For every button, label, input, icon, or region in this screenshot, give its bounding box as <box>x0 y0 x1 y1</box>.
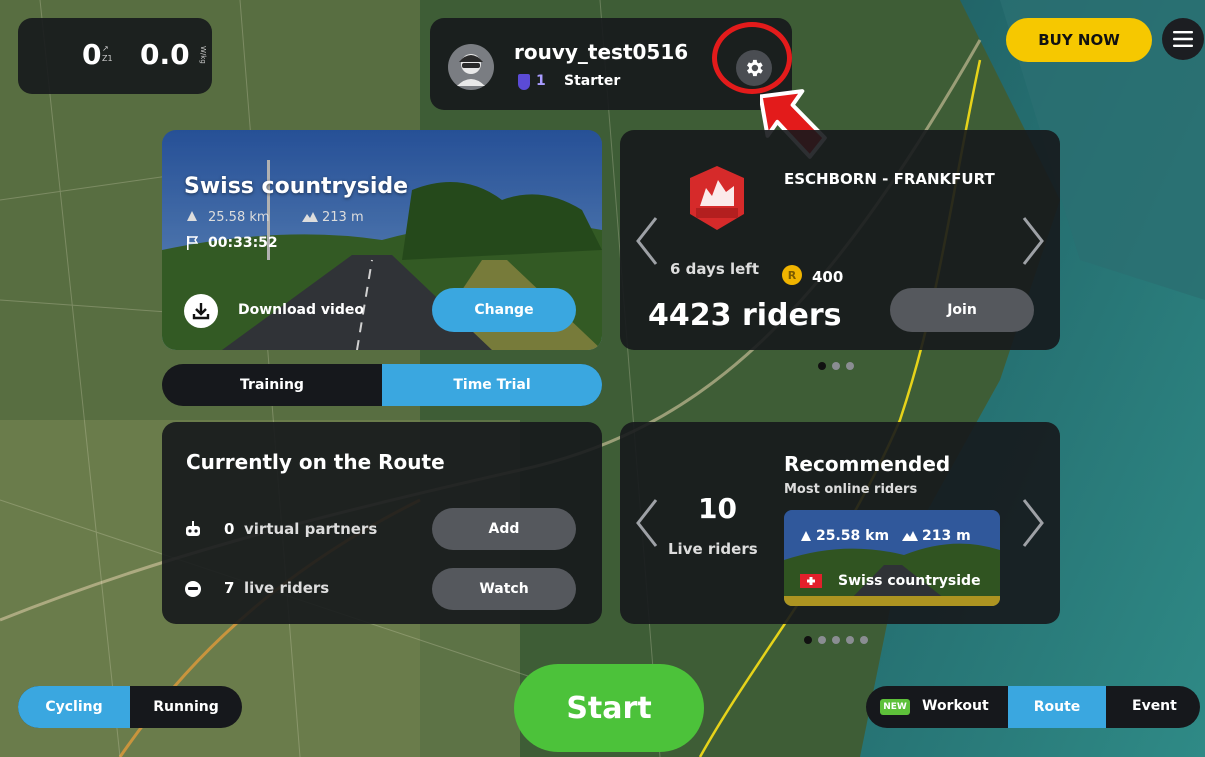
event-title: ESCHBORN - FRANKFURT <box>784 170 995 188</box>
recommended-route-name: Swiss countryside <box>838 573 981 589</box>
on-route-title: Currently on the Route <box>186 450 445 474</box>
pagination-dot[interactable] <box>818 362 826 370</box>
download-icon <box>192 303 210 320</box>
pagination-dot[interactable] <box>818 636 826 644</box>
avatar[interactable] <box>448 44 494 90</box>
time-trial-tab[interactable]: Time Trial <box>382 364 602 406</box>
level-number: 1 <box>536 73 546 89</box>
distance-icon <box>801 531 811 541</box>
live-riders-number: 10 <box>698 492 737 525</box>
distance-icon <box>187 211 197 221</box>
pagination-dot[interactable] <box>860 636 868 644</box>
live-riders-label: live riders <box>244 579 330 597</box>
virtual-partners-count: 0 <box>224 520 235 538</box>
swiss-flag-icon <box>800 574 822 588</box>
chevron-right-icon[interactable] <box>1020 216 1046 266</box>
download-video-button[interactable] <box>184 294 218 328</box>
add-partner-button[interactable]: Add <box>432 508 576 550</box>
chevron-right-icon[interactable] <box>1020 498 1046 548</box>
category-tabs[interactable]: NEW Workout Route Event <box>866 686 1200 728</box>
elevation-icon <box>302 212 318 222</box>
route-title: Swiss countryside <box>184 174 409 199</box>
level-shield-icon <box>518 74 530 90</box>
event-riders-count: 4423 riders <box>648 298 842 333</box>
chevron-left-icon[interactable] <box>634 498 660 548</box>
change-route-button[interactable]: Change <box>432 288 576 332</box>
pagination-dot[interactable] <box>832 362 840 370</box>
wkg-unit: W/kg <box>199 46 207 64</box>
username: rouvy_test0516 <box>514 40 689 64</box>
recommended-subtitle: Most online riders <box>784 482 918 497</box>
level-name: Starter <box>564 73 621 89</box>
pagination-dot[interactable] <box>846 636 854 644</box>
tab-workout[interactable]: Workout <box>922 698 989 714</box>
training-tab[interactable]: Training <box>162 364 382 406</box>
recommended-elevation: 213 m <box>922 528 971 544</box>
pagination-dot[interactable] <box>846 362 854 370</box>
power-trend: ↗ <box>102 44 109 53</box>
buy-now-button[interactable]: BUY NOW <box>1006 18 1152 62</box>
cycling-tab[interactable]: Cycling <box>18 686 130 728</box>
recommended-route-image <box>784 510 1000 606</box>
recommended-route-thumbnail[interactable]: 25.58 km 213 m Swiss countryside <box>784 510 1000 606</box>
tab-event[interactable]: Event <box>1132 698 1177 714</box>
power-zone: Z1 <box>102 54 113 63</box>
event-pagination[interactable] <box>818 362 854 370</box>
event-logo <box>690 166 744 230</box>
live-riders-caption: Live riders <box>668 540 758 558</box>
menu-button[interactable] <box>1162 18 1204 60</box>
route-time: 00:33:52 <box>208 235 278 251</box>
event-card[interactable]: ESCHBORN - FRANKFURT 6 days left R 400 4… <box>620 130 1060 350</box>
mode-toggle[interactable]: Training Time Trial <box>162 364 602 406</box>
hamburger-menu-icon <box>1173 31 1193 47</box>
on-route-panel: Currently on the Route 0 virtual partner… <box>162 422 602 624</box>
rider-helmet-icon <box>185 581 201 597</box>
start-button[interactable]: Start <box>514 664 704 752</box>
watch-riders-button[interactable]: Watch <box>432 568 576 610</box>
recommended-pagination[interactable] <box>804 636 868 644</box>
pagination-dot[interactable] <box>832 636 840 644</box>
recommended-distance: 25.58 km <box>816 528 890 544</box>
new-badge: NEW <box>880 699 910 715</box>
route-elevation: 213 m <box>322 210 364 225</box>
recommended-title: Recommended <box>784 452 951 476</box>
running-tab[interactable]: Running <box>130 686 242 728</box>
wkg-value: 0.0 <box>140 38 190 71</box>
download-video-label[interactable]: Download video <box>238 302 364 318</box>
elevation-icon <box>902 531 918 541</box>
route-card[interactable]: Swiss countryside 25.58 km 213 m 00:33:5… <box>162 130 602 350</box>
event-coins: 400 <box>812 268 844 286</box>
event-days-left: 6 days left <box>670 260 759 278</box>
chevron-left-icon[interactable] <box>634 216 660 266</box>
route-distance: 25.58 km <box>208 210 270 225</box>
join-event-button[interactable]: Join <box>890 288 1034 332</box>
power-value: 0 <box>82 38 102 71</box>
sport-toggle[interactable]: Cycling Running <box>18 686 242 728</box>
finish-flag-icon <box>187 236 198 250</box>
coin-icon: R <box>782 265 802 285</box>
pagination-dot[interactable] <box>804 636 812 644</box>
robot-icon <box>186 521 200 536</box>
power-stats-panel: 0 ↗ Z1 0.0 W/kg <box>18 18 212 94</box>
recommended-panel[interactable]: 10 Live riders Recommended Most online r… <box>620 422 1060 624</box>
live-riders-count: 7 <box>224 579 235 597</box>
helmet-avatar-icon <box>457 54 485 86</box>
tab-route[interactable]: Route <box>1008 686 1106 728</box>
virtual-partners-label: virtual partners <box>244 520 378 538</box>
